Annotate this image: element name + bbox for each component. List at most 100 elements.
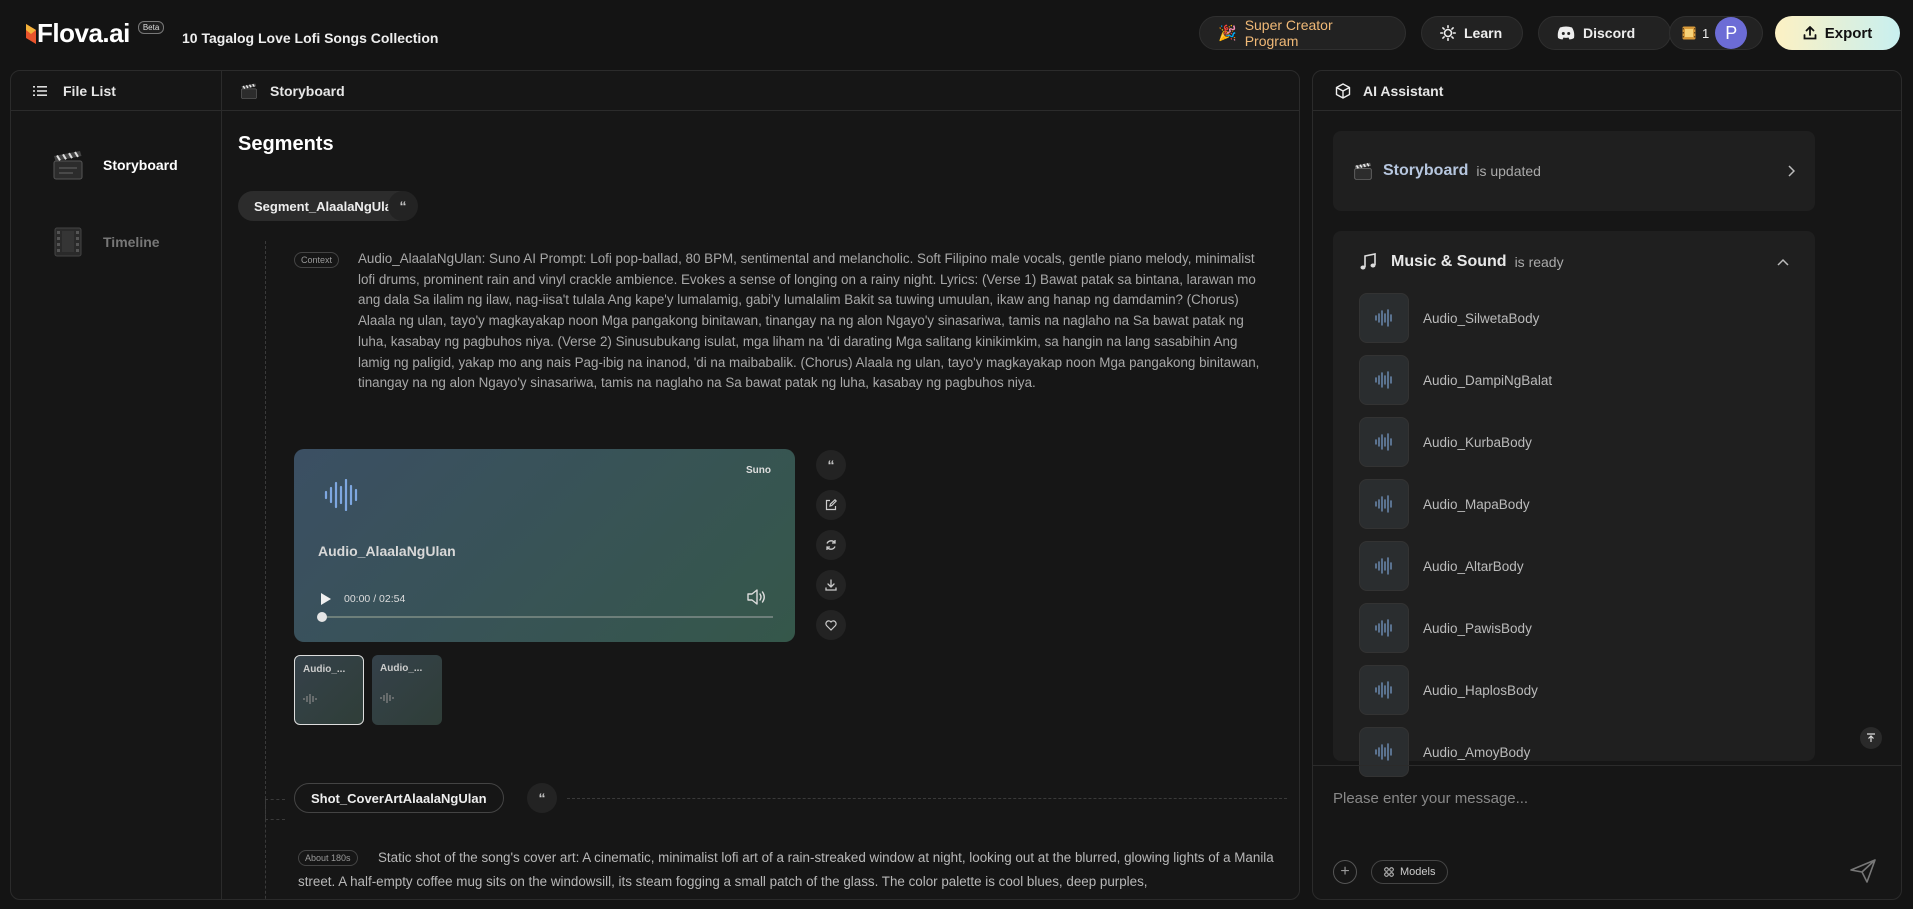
audio-thumb <box>1359 293 1409 343</box>
duration-tag: About 180s <box>298 849 358 867</box>
download-icon <box>825 579 837 591</box>
favorite-button[interactable] <box>816 610 846 640</box>
audio-list-item[interactable]: Audio_PawisBody <box>1359 603 1532 653</box>
download-button[interactable] <box>816 570 846 600</box>
quote-icon: “ <box>399 198 407 214</box>
discord-icon <box>1557 26 1575 40</box>
audio-list-item[interactable]: Audio_HaplosBody <box>1359 665 1538 715</box>
sidebar-item-label: Storyboard <box>103 157 178 173</box>
volume-icon[interactable] <box>747 589 767 605</box>
chevron-right-icon <box>1788 165 1795 177</box>
shot-quote-button[interactable]: “ <box>527 783 557 813</box>
sidebar-item-storyboard[interactable]: Storyboard <box>51 148 178 182</box>
audio-quote-button[interactable]: “ <box>816 450 846 480</box>
models-button[interactable]: Models <box>1371 860 1449 884</box>
progress-track[interactable] <box>320 616 773 618</box>
audio-item-label: Audio_HaplosBody <box>1423 682 1538 698</box>
segment-quote-button[interactable]: “ <box>388 191 418 221</box>
file-list-sidebar: File List Storyboard Timeline <box>11 71 222 899</box>
audio-item-label: Audio_DampiNgBalat <box>1423 372 1553 388</box>
send-icon[interactable] <box>1849 858 1877 884</box>
sidebar-item-label: Timeline <box>103 234 160 250</box>
scroll-to-top-button[interactable] <box>1860 727 1882 749</box>
discord-button[interactable]: Discord <box>1538 16 1671 50</box>
chevron-up-icon[interactable] <box>1777 258 1789 266</box>
message-input[interactable]: Please enter your message... <box>1333 790 1528 807</box>
audio-thumb <box>1359 541 1409 591</box>
playback-time: 00:00 / 02:54 <box>344 593 406 605</box>
cube-icon <box>1335 82 1351 99</box>
add-attachment-button[interactable]: + <box>1333 860 1357 884</box>
audio-thumb <box>1359 603 1409 653</box>
audio-version-thumb[interactable]: Audio_... <box>294 655 364 725</box>
audio-list-item[interactable]: Audio_KurbaBody <box>1359 417 1532 467</box>
provider-label: Suno <box>746 465 771 476</box>
quote-icon: “ <box>538 790 546 806</box>
audio-thumb <box>1359 479 1409 529</box>
beta-badge: Beta <box>137 21 165 34</box>
audio-list-item[interactable]: Audio_DampiNgBalat <box>1359 355 1552 405</box>
waveform-icon <box>1375 309 1392 327</box>
ai-assistant-panel: AI Assistant Storyboard is updated Music… <box>1312 70 1902 900</box>
storyboard-header: Storyboard <box>222 71 1299 111</box>
music-sound-card: Music & Sound is ready Audio_SilwetaBody… <box>1333 231 1815 777</box>
waveform-icon <box>1375 433 1392 451</box>
credits-button[interactable]: 1 P <box>1669 16 1763 50</box>
audio-list-item[interactable]: Audio_AltarBody <box>1359 541 1524 591</box>
audio-list-item[interactable]: Audio_SilwetaBody <box>1359 293 1539 343</box>
learn-button[interactable]: Learn <box>1421 16 1523 50</box>
logo-text: Flova.ai <box>37 18 130 48</box>
waveform-small-icon <box>303 694 317 704</box>
export-label: Export <box>1824 24 1873 42</box>
context-tag-label: Context <box>294 251 340 268</box>
segment-name: Segment_AlaalaNgUlan <box>254 198 400 214</box>
waveform-small-icon <box>380 693 394 703</box>
avatar[interactable]: P <box>1715 17 1748 49</box>
message-input-area[interactable]: Please enter your message... + Models <box>1313 765 1901 899</box>
audio-player-card[interactable]: Suno Audio_AlaalaNgUlan 00:00 / 02:54 <box>294 449 795 642</box>
project-title[interactable]: 10 Tagalog Love Lofi Songs Collection <box>182 30 438 46</box>
ai-assistant-header: AI Assistant <box>1313 71 1901 111</box>
waveform-icon <box>1375 743 1392 761</box>
progress-knob[interactable] <box>317 612 327 622</box>
export-button[interactable]: Export <box>1775 16 1900 50</box>
lightbulb-icon <box>1440 25 1456 41</box>
storyboard-updated-card[interactable]: Storyboard is updated <box>1333 131 1815 211</box>
thumb-label: Audio_... <box>303 664 346 675</box>
shot-divider <box>567 798 1287 799</box>
play-icon[interactable] <box>320 592 332 606</box>
music-note-icon <box>1360 253 1376 270</box>
audio-version-thumb[interactable]: Audio_... <box>372 655 442 725</box>
audio-thumb <box>1359 417 1409 467</box>
thumb-label: Audio_... <box>380 663 423 674</box>
storyboard-status-text: is updated <box>1476 163 1541 179</box>
party-popper-icon: 🎉 <box>1218 25 1237 42</box>
shot-name: Shot_CoverArtAlaalaNgUlan <box>311 790 487 806</box>
audio-item-label: Audio_MapaBody <box>1423 496 1530 512</box>
shot-guide-connector <box>265 799 285 800</box>
storyboard-content: Storyboard Segments Segment_AlaalaNgUlan… <box>222 71 1299 899</box>
film-credit-icon <box>1682 26 1696 40</box>
sidebar-item-timeline[interactable]: Timeline <box>51 225 160 259</box>
clapperboard-icon <box>1354 162 1372 180</box>
audio-item-label: Audio_PawisBody <box>1423 620 1532 636</box>
super-creator-button[interactable]: 🎉 Super Creator Program <box>1199 16 1406 50</box>
music-status-title: Music & Sound <box>1391 253 1507 270</box>
regenerate-button[interactable] <box>816 530 846 560</box>
storyboard-panel: File List Storyboard Timeline Storyboard… <box>10 70 1300 900</box>
export-icon <box>1803 26 1817 40</box>
music-sound-header[interactable]: Music & Sound is ready <box>1359 253 1789 271</box>
shot-description: Static shot of the song's cover art: A c… <box>298 850 1274 889</box>
logo[interactable]: Flova.ai Beta <box>26 18 165 49</box>
edit-button[interactable] <box>816 490 846 520</box>
file-list-header: File List <box>11 71 221 111</box>
segment-guide-end <box>265 819 285 820</box>
music-status-text: is ready <box>1514 254 1564 270</box>
shot-pill[interactable]: Shot_CoverArtAlaalaNgUlan <box>294 783 504 813</box>
clapperboard-icon <box>53 151 83 180</box>
waveform-icon <box>1375 619 1392 637</box>
shot-guide-line <box>265 799 266 899</box>
audio-list-item[interactable]: Audio_MapaBody <box>1359 479 1530 529</box>
segments-heading: Segments <box>238 133 334 155</box>
audio-item-label: Audio_KurbaBody <box>1423 434 1532 450</box>
